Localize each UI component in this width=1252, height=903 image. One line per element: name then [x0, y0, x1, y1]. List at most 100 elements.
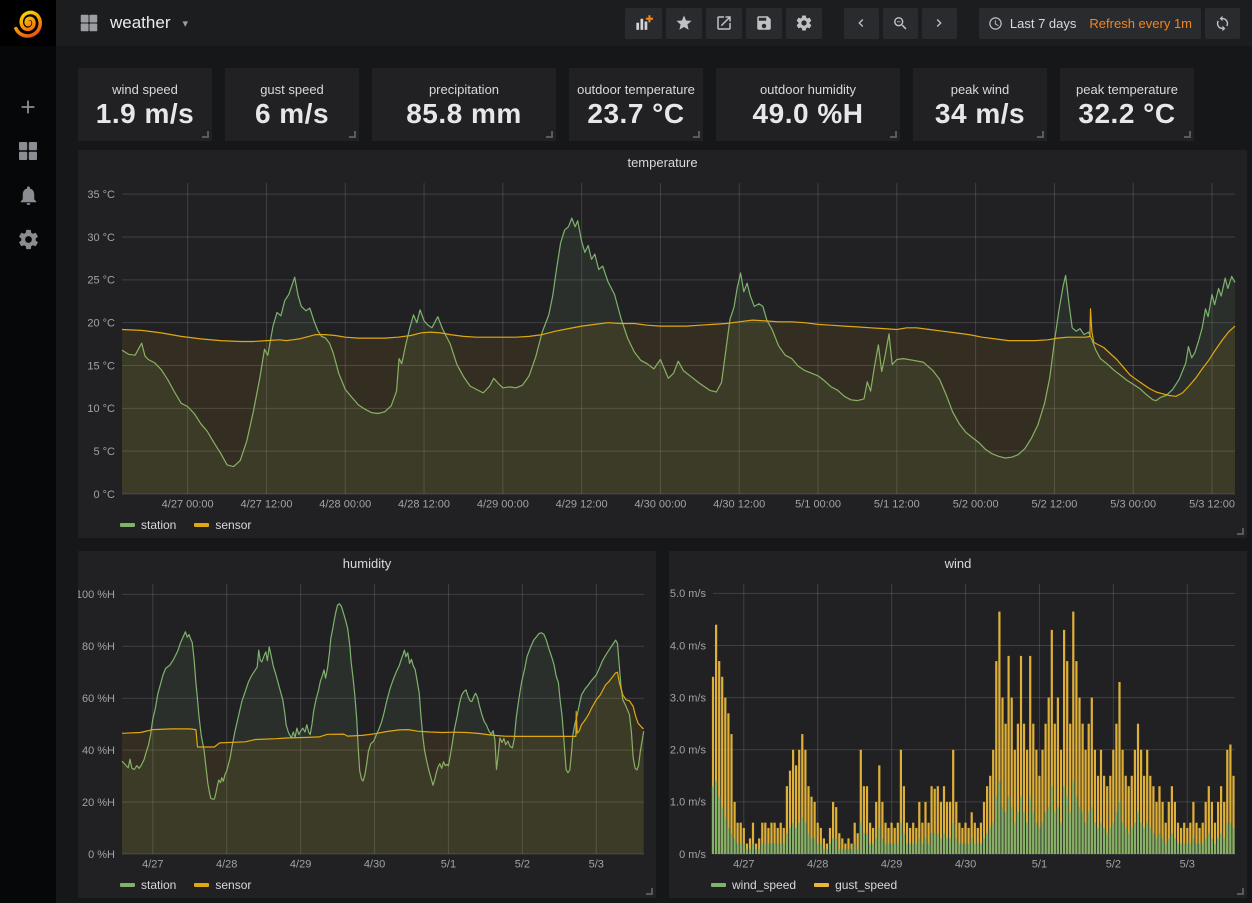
share-dashboard-button[interactable] [706, 8, 742, 39]
resize-handle[interactable] [1037, 131, 1044, 138]
legend-item-sensor[interactable]: sensor [194, 518, 251, 532]
svg-text:35 °C: 35 °C [87, 189, 115, 201]
stat-value: 34 m/s [935, 98, 1025, 130]
zoom-out-button[interactable] [883, 8, 918, 39]
stat-panel-wind-speed: wind speed 1.9 m/s [78, 68, 212, 141]
svg-text:4/28 00:00: 4/28 00:00 [319, 499, 371, 511]
chevron-down-icon: ▾ [182, 17, 188, 30]
svg-text:10 °C: 10 °C [87, 403, 115, 415]
svg-text:4/27 00:00: 4/27 00:00 [162, 499, 214, 511]
stat-value: 6 m/s [255, 98, 329, 130]
svg-text:4/30: 4/30 [364, 859, 385, 871]
legend-item-station[interactable]: station [120, 878, 176, 892]
refresh-dashboard-button[interactable] [1205, 8, 1240, 39]
svg-text:4/29 12:00: 4/29 12:00 [556, 499, 608, 511]
chevron-right-icon [931, 15, 947, 31]
humidity-chart[interactable]: 4/274/284/294/305/15/25/30 %H20 %H40 %H6… [78, 576, 656, 872]
dashboard-picker[interactable]: weather ▾ [78, 12, 188, 34]
sidebar-item-configuration[interactable] [15, 226, 41, 252]
bell-icon [17, 184, 40, 207]
svg-text:4/28: 4/28 [807, 859, 828, 871]
svg-text:5/3: 5/3 [1180, 859, 1195, 871]
wind-chart[interactable]: 4/274/284/294/305/15/25/30 m/s1.0 m/s2.0… [669, 576, 1247, 872]
stat-panels-row: wind speed 1.9 m/s gust speed 6 m/s prec… [78, 68, 1247, 141]
legend-swatch [814, 883, 829, 887]
resize-handle[interactable] [202, 131, 209, 138]
legend-swatch [120, 523, 135, 527]
svg-text:4/30: 4/30 [955, 859, 976, 871]
resize-handle[interactable] [693, 131, 700, 138]
grafana-logo-icon [11, 6, 45, 40]
svg-text:20 °C: 20 °C [87, 317, 115, 329]
svg-text:5/3 00:00: 5/3 00:00 [1110, 499, 1156, 511]
stat-value: 85.8 mm [406, 98, 522, 130]
refresh-icon [1214, 15, 1231, 32]
grafana-logo[interactable] [0, 0, 56, 46]
svg-text:4/30 12:00: 4/30 12:00 [713, 499, 765, 511]
stat-panel-outdoor-temperature: outdoor temperature 23.7 °C [569, 68, 703, 141]
stat-title[interactable]: gust speed [260, 82, 324, 97]
legend-item-gust_speed[interactable]: gust_speed [814, 878, 897, 892]
svg-text:2.0 m/s: 2.0 m/s [670, 745, 707, 757]
wind-chart-panel: wind 4/274/284/294/305/15/25/30 m/s1.0 m… [669, 551, 1247, 898]
legend-item-station[interactable]: station [120, 518, 176, 532]
stat-title[interactable]: peak temperature [1076, 82, 1178, 97]
humidity-chart-panel: humidity 4/274/284/294/305/15/25/30 %H20… [78, 551, 656, 898]
resize-handle[interactable] [646, 888, 653, 895]
panel-title[interactable]: wind [669, 551, 1247, 576]
panel-title[interactable]: humidity [78, 551, 656, 576]
star-dashboard-button[interactable] [666, 8, 702, 39]
resize-handle[interactable] [1184, 131, 1191, 138]
sidebar-item-add[interactable] [15, 94, 41, 120]
stat-panel-peak-wind: peak wind 34 m/s [913, 68, 1047, 141]
svg-text:5/2: 5/2 [1106, 859, 1121, 871]
dashboards-grid-icon [16, 139, 40, 163]
sidebar-item-dashboards[interactable] [15, 138, 41, 164]
svg-text:5/3: 5/3 [589, 859, 604, 871]
svg-text:5 °C: 5 °C [93, 446, 115, 458]
clock-icon [988, 16, 1003, 31]
stat-title[interactable]: precipitation [429, 82, 499, 97]
resize-handle[interactable] [349, 131, 356, 138]
svg-text:5/2 00:00: 5/2 00:00 [953, 499, 999, 511]
legend-item-wind_speed[interactable]: wind_speed [711, 878, 796, 892]
resize-handle[interactable] [1237, 528, 1244, 535]
resize-handle[interactable] [890, 131, 897, 138]
save-dashboard-button[interactable] [746, 8, 782, 39]
top-navbar: weather ▾ [56, 0, 1252, 46]
sidebar-item-alerting[interactable] [15, 182, 41, 208]
stat-title[interactable]: wind speed [112, 82, 178, 97]
stat-value: 1.9 m/s [96, 98, 194, 130]
temperature-chart-panel: temperature 4/27 00:004/27 12:004/28 00:… [78, 150, 1247, 538]
svg-text:15 °C: 15 °C [87, 360, 115, 372]
stat-panel-gust-speed: gust speed 6 m/s [225, 68, 359, 141]
svg-text:0 %H: 0 %H [88, 849, 115, 861]
temperature-chart[interactable]: 4/27 00:004/27 12:004/28 00:004/28 12:00… [78, 175, 1247, 512]
legend-item-sensor[interactable]: sensor [194, 878, 251, 892]
chart-legend: station sensor [78, 872, 656, 898]
stat-value: 23.7 °C [587, 98, 684, 130]
stat-title[interactable]: peak wind [951, 82, 1010, 97]
legend-label: station [141, 878, 176, 892]
dashboard-settings-button[interactable] [786, 8, 822, 39]
panel-title[interactable]: temperature [78, 150, 1247, 175]
svg-text:5/3 12:00: 5/3 12:00 [1189, 499, 1235, 511]
time-range-forward-button[interactable] [922, 8, 957, 39]
svg-text:4/27: 4/27 [733, 859, 754, 871]
svg-text:0 °C: 0 °C [93, 489, 115, 501]
svg-text:0 m/s: 0 m/s [679, 849, 706, 861]
star-icon [675, 14, 693, 32]
stat-title[interactable]: outdoor humidity [760, 82, 856, 97]
gear-icon [17, 228, 40, 251]
share-icon [715, 14, 733, 32]
stat-value: 32.2 °C [1078, 98, 1175, 130]
legend-swatch [194, 523, 209, 527]
stat-title[interactable]: outdoor temperature [577, 82, 695, 97]
time-range-back-button[interactable] [844, 8, 879, 39]
time-picker-button[interactable]: Last 7 days Refresh every 1m [979, 8, 1201, 39]
svg-text:20 %H: 20 %H [82, 797, 115, 809]
add-panel-icon [634, 14, 653, 33]
resize-handle[interactable] [546, 131, 553, 138]
add-panel-button[interactable] [625, 8, 662, 39]
resize-handle[interactable] [1237, 888, 1244, 895]
